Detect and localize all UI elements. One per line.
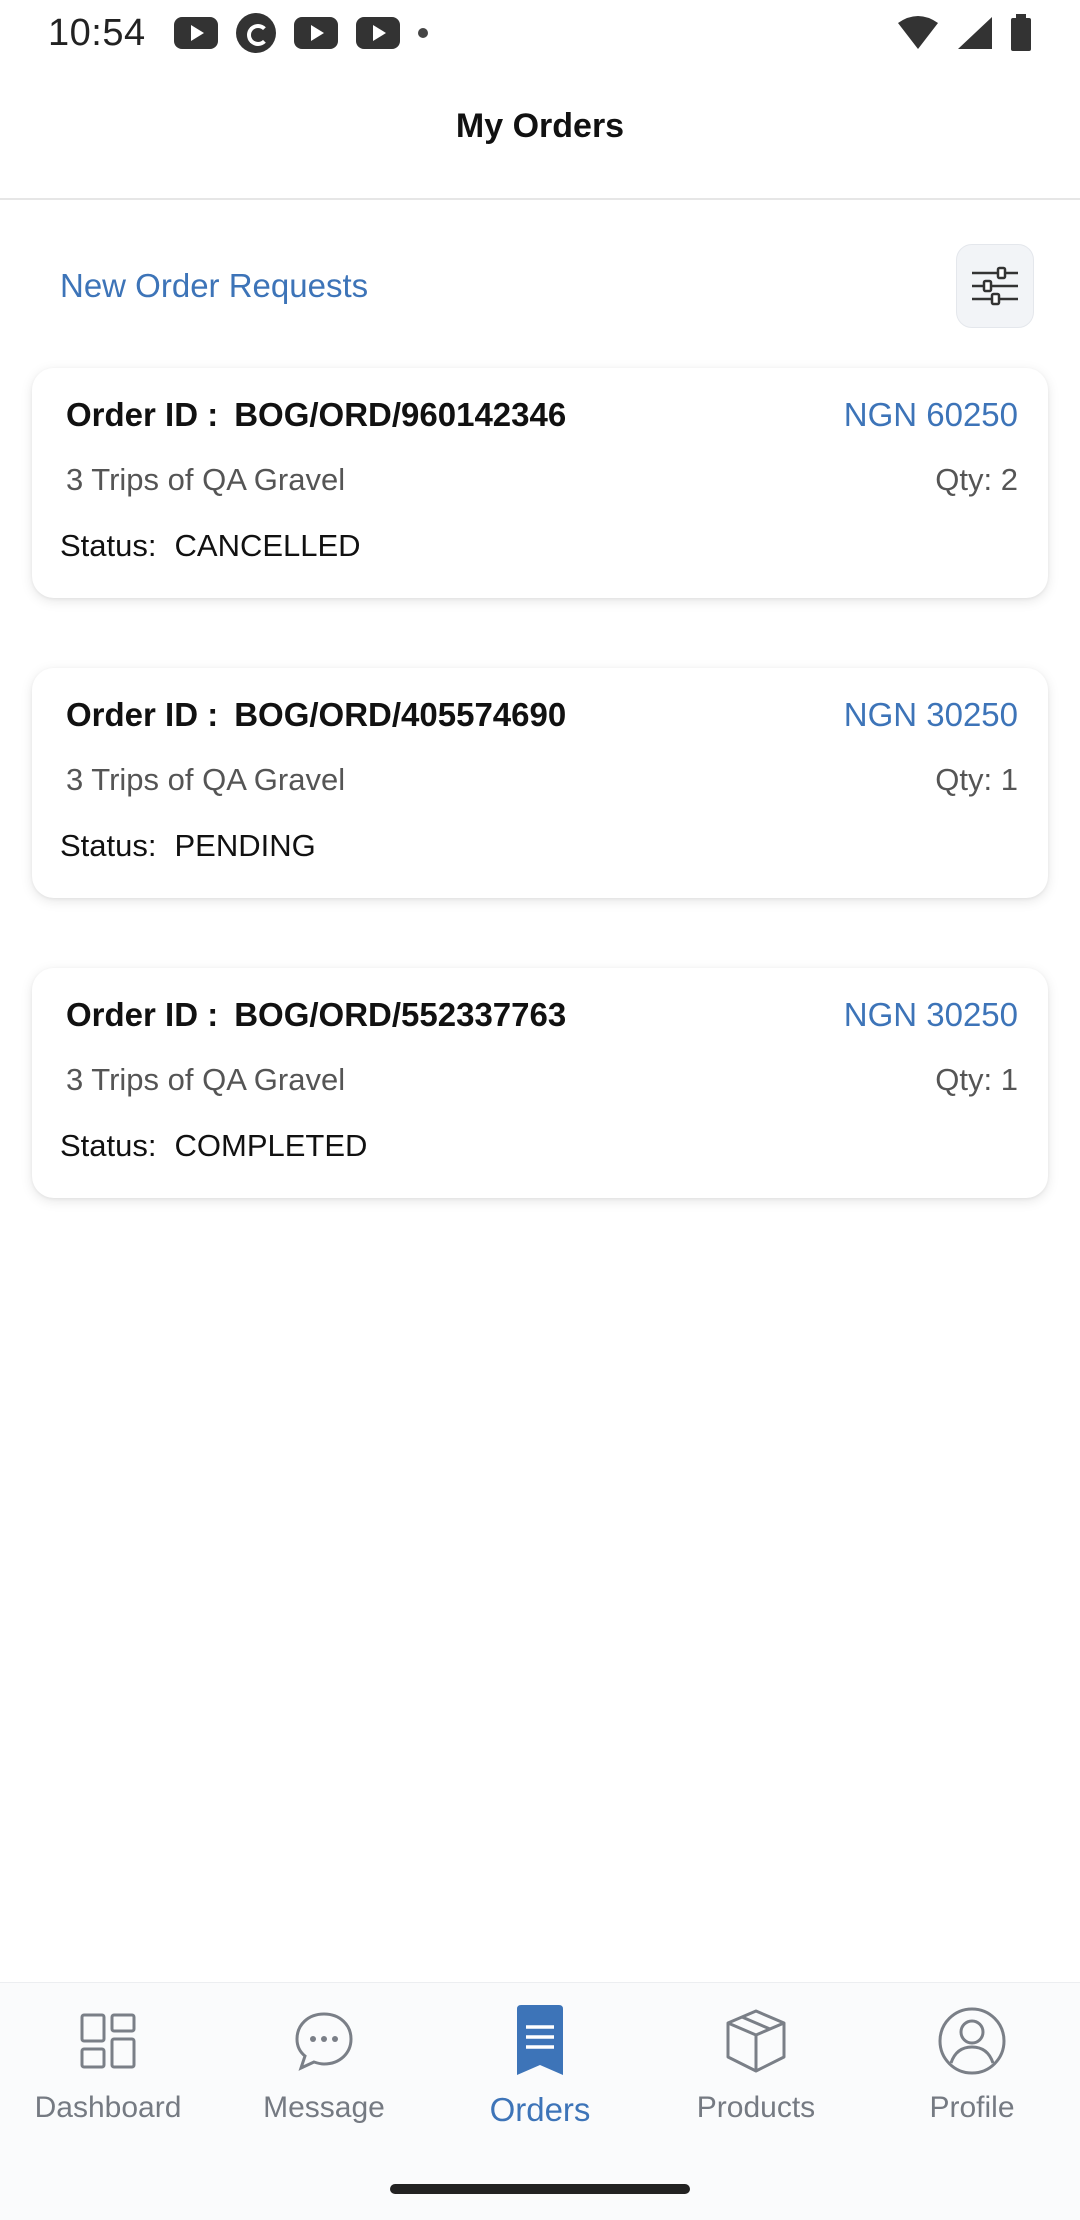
youtube-icon: [173, 17, 218, 49]
order-description: 3 Trips of QA Gravel: [66, 462, 346, 497]
order-price: NGN 30250: [843, 996, 1018, 1033]
order-status-row: Status: COMPLETED: [60, 1128, 1018, 1164]
order-header-row: Order ID : BOG/ORD/405574690 NGN 30250: [66, 696, 1018, 734]
order-status-label: Status:: [60, 828, 157, 863]
dashboard-icon: [68, 1999, 148, 2083]
page-title: My Orders: [455, 106, 625, 145]
order-status-row: Status: CANCELLED: [60, 528, 1018, 564]
order-detail-row: 3 Trips of QA Gravel Qty: 1: [66, 1062, 1018, 1098]
signal-icon: [958, 17, 992, 49]
order-status-label: Status:: [60, 528, 157, 563]
order-header-row: Order ID : BOG/ORD/552337763 NGN 30250: [66, 996, 1018, 1034]
order-quantity: Qty: 2: [935, 462, 1018, 497]
order-status: PENDING: [174, 828, 316, 863]
notification-icons: [173, 13, 428, 53]
orders-screen: 10:54 My Orders New Order Requests Order…: [0, 0, 1080, 2220]
filter-button[interactable]: [956, 244, 1034, 328]
order-id: BOG/ORD/405574690: [234, 696, 567, 733]
order-id: BOG/ORD/552337763: [234, 996, 567, 1033]
products-icon: [716, 1999, 796, 2083]
order-price: NGN 60250: [843, 396, 1018, 433]
order-id-label: Order ID :: [66, 996, 219, 1033]
order-quantity: Qty: 1: [935, 1062, 1018, 1097]
bottom-navigation: Dashboard Message Orders Products Profil…: [0, 1982, 1080, 2220]
order-detail-row: 3 Trips of QA Gravel Qty: 1: [66, 762, 1018, 798]
battery-icon: [1011, 14, 1031, 51]
nav-item-dashboard[interactable]: Dashboard: [0, 1999, 216, 2163]
nav-item-message[interactable]: Message: [216, 1999, 432, 2163]
wifi-icon: [898, 16, 938, 49]
nav-label: Products: [696, 2091, 816, 2124]
section-header: New Order Requests: [0, 240, 1080, 332]
order-id-label: Order ID :: [66, 696, 219, 733]
order-card[interactable]: Order ID : BOG/ORD/960142346 NGN 60250 3…: [32, 368, 1048, 598]
system-icons: [896, 14, 1032, 52]
youtube-icon: [355, 17, 400, 49]
order-status-row: Status: PENDING: [60, 828, 1018, 864]
order-description: 3 Trips of QA Gravel: [66, 1062, 346, 1097]
order-description: 3 Trips of QA Gravel: [66, 762, 346, 797]
sync-icon: [235, 13, 276, 53]
nav-label: Message: [263, 2091, 385, 2124]
nav-item-orders[interactable]: Orders: [432, 1999, 648, 2163]
order-id-label: Order ID :: [66, 396, 219, 433]
order-status: COMPLETED: [174, 1128, 368, 1163]
order-detail-row: 3 Trips of QA Gravel Qty: 2: [66, 462, 1018, 498]
status-bar: 10:54: [0, 0, 1080, 66]
section-title: New Order Requests: [60, 267, 369, 304]
nav-label: Dashboard: [34, 2091, 182, 2124]
nav-label: Orders: [489, 2091, 591, 2128]
order-price: NGN 30250: [843, 696, 1018, 733]
app-header: My Orders: [0, 66, 1080, 200]
orders-list: Order ID : BOG/ORD/960142346 NGN 60250 3…: [32, 368, 1048, 1268]
profile-icon: [932, 1999, 1012, 2083]
order-status: CANCELLED: [174, 528, 361, 563]
status-time: 10:54: [48, 11, 146, 54]
nav-item-profile[interactable]: Profile: [864, 1999, 1080, 2163]
message-icon: [284, 1999, 364, 2083]
more-notifications-icon: [417, 28, 428, 38]
order-quantity: Qty: 1: [935, 762, 1018, 797]
youtube-icon: [293, 17, 338, 49]
order-id: BOG/ORD/960142346: [234, 396, 567, 433]
order-card[interactable]: Order ID : BOG/ORD/552337763 NGN 30250 3…: [32, 968, 1048, 1198]
filter-sliders-icon: [972, 266, 1018, 306]
order-status-label: Status:: [60, 1128, 157, 1163]
order-card[interactable]: Order ID : BOG/ORD/405574690 NGN 30250 3…: [32, 668, 1048, 898]
order-header-row: Order ID : BOG/ORD/960142346 NGN 60250: [66, 396, 1018, 434]
orders-icon: [500, 1999, 580, 2083]
home-indicator[interactable]: [390, 2184, 690, 2194]
nav-item-products[interactable]: Products: [648, 1999, 864, 2163]
nav-label: Profile: [929, 2091, 1015, 2124]
